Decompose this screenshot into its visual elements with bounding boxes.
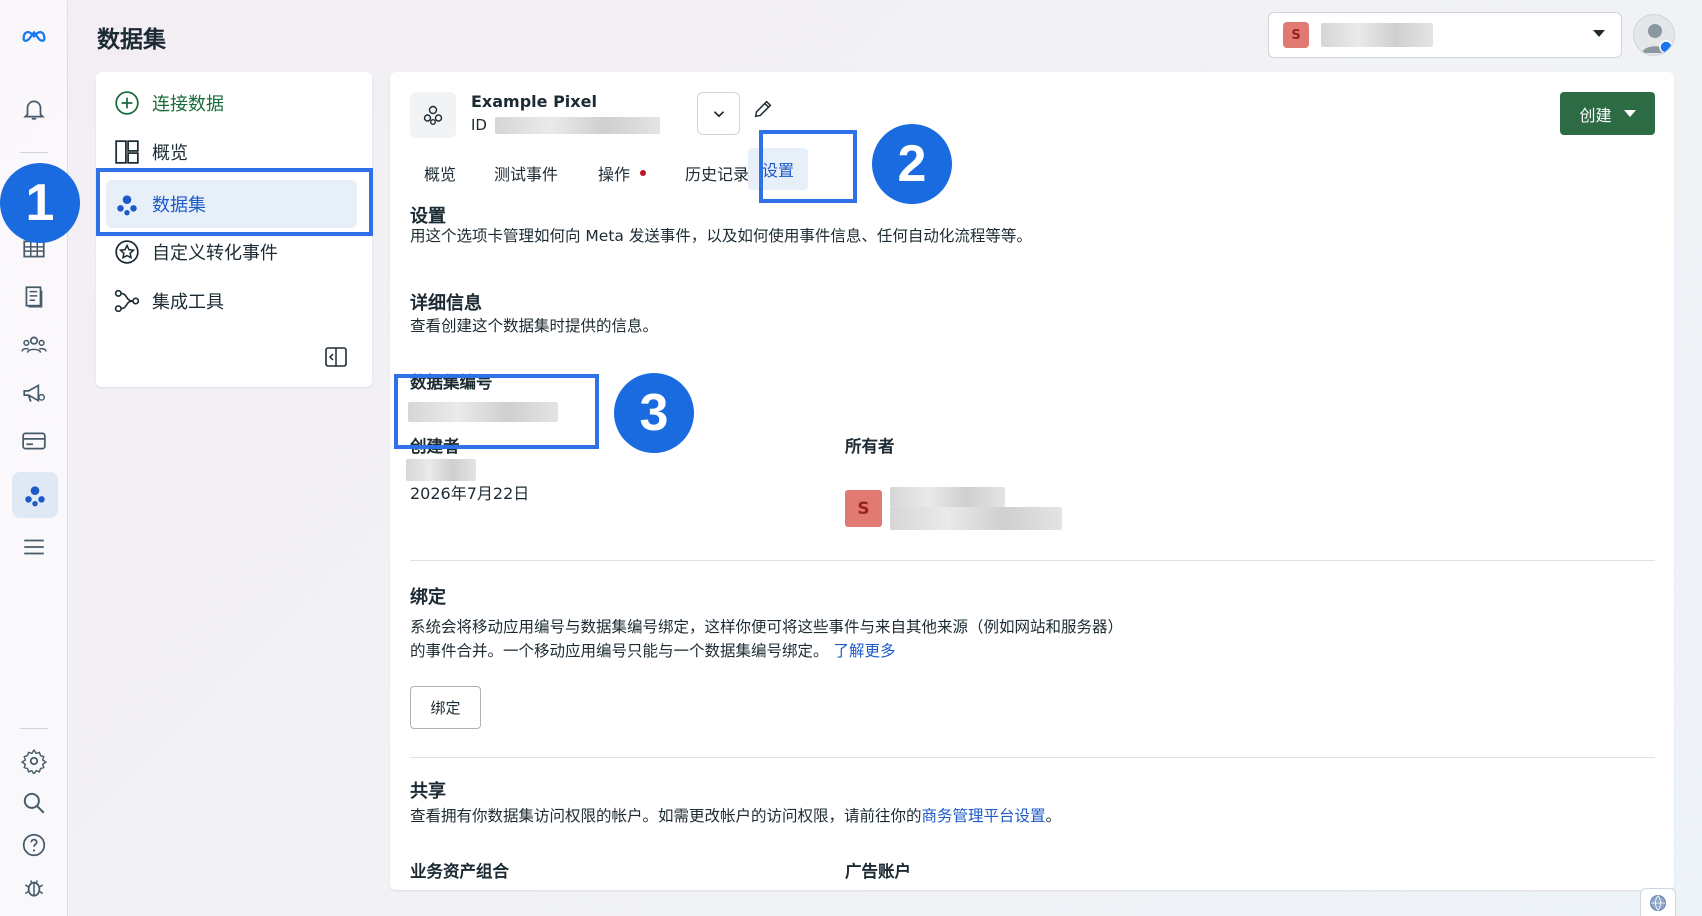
pixel-id: ID bbox=[471, 116, 660, 134]
create-button[interactable]: 创建 bbox=[1560, 92, 1655, 135]
integration-icon bbox=[114, 289, 140, 313]
help-icon[interactable] bbox=[17, 828, 51, 862]
owner-name-redacted bbox=[890, 487, 1005, 507]
subnav-item-overview[interactable]: 概览 bbox=[114, 131, 188, 173]
pixel-id-label: ID bbox=[471, 116, 487, 134]
settings-description: 用这个选项卡管理如何向 Meta 发送事件，以及如何使用事件信息、任何自动化流程… bbox=[410, 227, 1032, 245]
details-heading: 详细信息 bbox=[410, 293, 482, 314]
owner-badge: S bbox=[845, 490, 882, 527]
created-date: 2026年7月22日 bbox=[410, 484, 530, 503]
settings-icon[interactable] bbox=[17, 744, 51, 778]
sharing-desc-end: 。 bbox=[1045, 807, 1062, 825]
binding-description-line1: 系统会将移动应用编号与数据集编号绑定，这样你便可将这些事件与来自其他来源（例如网… bbox=[410, 618, 1124, 636]
pixel-dropdown-button[interactable] bbox=[697, 92, 740, 135]
step-1-marker: 1 bbox=[0, 163, 80, 243]
highlight-datasets bbox=[96, 168, 373, 236]
chevron-down-icon bbox=[713, 110, 724, 117]
meta-logo-icon[interactable] bbox=[17, 18, 51, 52]
creator-redacted bbox=[406, 459, 476, 481]
sharing-heading: 共享 bbox=[410, 781, 446, 802]
credit-card-icon[interactable] bbox=[17, 424, 51, 458]
bind-button[interactable]: 绑定 bbox=[410, 686, 481, 729]
menu-icon[interactable] bbox=[17, 530, 51, 564]
pixel-id-redacted bbox=[494, 116, 660, 134]
account-selector[interactable]: S bbox=[1268, 12, 1622, 58]
step-3-marker: 3 bbox=[614, 373, 694, 453]
megaphone-icon[interactable] bbox=[17, 376, 51, 410]
subnav-item-connect-data[interactable]: 连接数据 bbox=[114, 82, 224, 124]
avatar[interactable] bbox=[1633, 14, 1675, 56]
globe-icon[interactable] bbox=[1640, 888, 1676, 916]
ad-account-label: 广告账户 bbox=[845, 862, 911, 881]
bug-icon[interactable] bbox=[17, 870, 51, 904]
plus-circle-icon bbox=[115, 91, 139, 115]
page-title: 数据集 bbox=[97, 27, 166, 53]
pages-icon[interactable] bbox=[17, 280, 51, 314]
divider bbox=[410, 757, 1655, 758]
collapse-panel-icon[interactable] bbox=[324, 345, 348, 369]
bell-icon[interactable] bbox=[17, 92, 51, 126]
portfolio-label: 业务资产组合 bbox=[410, 862, 509, 881]
tab-history[interactable]: 历史记录 bbox=[685, 158, 749, 188]
owner-id-redacted bbox=[890, 507, 1062, 530]
tab-overview[interactable]: 概览 bbox=[424, 158, 456, 188]
dataset-nav-icon[interactable] bbox=[12, 472, 58, 518]
pixel-name: Example Pixel bbox=[471, 92, 597, 111]
owner-label: 所有者 bbox=[845, 437, 895, 456]
edit-pencil-icon[interactable] bbox=[752, 98, 774, 120]
binding-heading: 绑定 bbox=[410, 587, 446, 608]
create-button-label: 创建 bbox=[1579, 105, 1612, 125]
overview-icon bbox=[115, 140, 139, 164]
binding-description-line2: 的事件合并。一个移动应用编号只能与一个数据集编号绑定。 了解更多 bbox=[410, 639, 895, 663]
left-rail bbox=[0, 0, 68, 916]
sharing-desc-text: 查看拥有你数据集访问权限的帐户。如需更改帐户的访问权限，请前往你的 bbox=[410, 807, 922, 825]
notification-dot bbox=[640, 170, 647, 176]
highlight-dataset-id bbox=[394, 374, 599, 449]
subnav-item-integrations[interactable]: 集成工具 bbox=[114, 280, 224, 322]
people-icon[interactable] bbox=[17, 328, 51, 362]
subnav-label: 概览 bbox=[152, 143, 188, 164]
pixel-icon bbox=[410, 92, 456, 138]
subnav-label: 自定义转化事件 bbox=[152, 243, 278, 264]
star-badge-icon bbox=[115, 240, 139, 264]
subnav-item-custom-conversions[interactable]: 自定义转化事件 bbox=[114, 231, 278, 273]
tab-test-events[interactable]: 测试事件 bbox=[494, 158, 558, 188]
main-panel: Example Pixel ID 创建 概览 测试事件 操作 历史记录 设置 设… bbox=[390, 72, 1674, 890]
binding-desc2-text: 的事件合并。一个移动应用编号只能与一个数据集编号绑定。 bbox=[410, 642, 829, 660]
subnav-label: 集成工具 bbox=[152, 292, 224, 313]
chevron-down-icon bbox=[1593, 30, 1605, 37]
tab-actions-label: 操作 bbox=[598, 165, 631, 184]
caret-down-icon bbox=[1623, 110, 1636, 117]
details-description: 查看创建这个数据集时提供的信息。 bbox=[410, 317, 659, 335]
tab-actions[interactable]: 操作 bbox=[598, 158, 647, 188]
business-settings-link[interactable]: 商务管理平台设置 bbox=[922, 807, 1046, 825]
divider bbox=[410, 560, 1655, 561]
step-2-marker: 2 bbox=[872, 124, 952, 204]
search-icon[interactable] bbox=[17, 786, 51, 820]
highlight-settings-tab bbox=[759, 130, 857, 203]
sharing-description: 查看拥有你数据集访问权限的帐户。如需更改帐户的访问权限，请前往你的商务管理平台设… bbox=[410, 804, 1061, 828]
account-badge: S bbox=[1283, 22, 1309, 48]
learn-more-link[interactable]: 了解更多 bbox=[833, 642, 895, 660]
account-name-redacted bbox=[1321, 23, 1433, 47]
subnav-label: 连接数据 bbox=[152, 94, 224, 115]
